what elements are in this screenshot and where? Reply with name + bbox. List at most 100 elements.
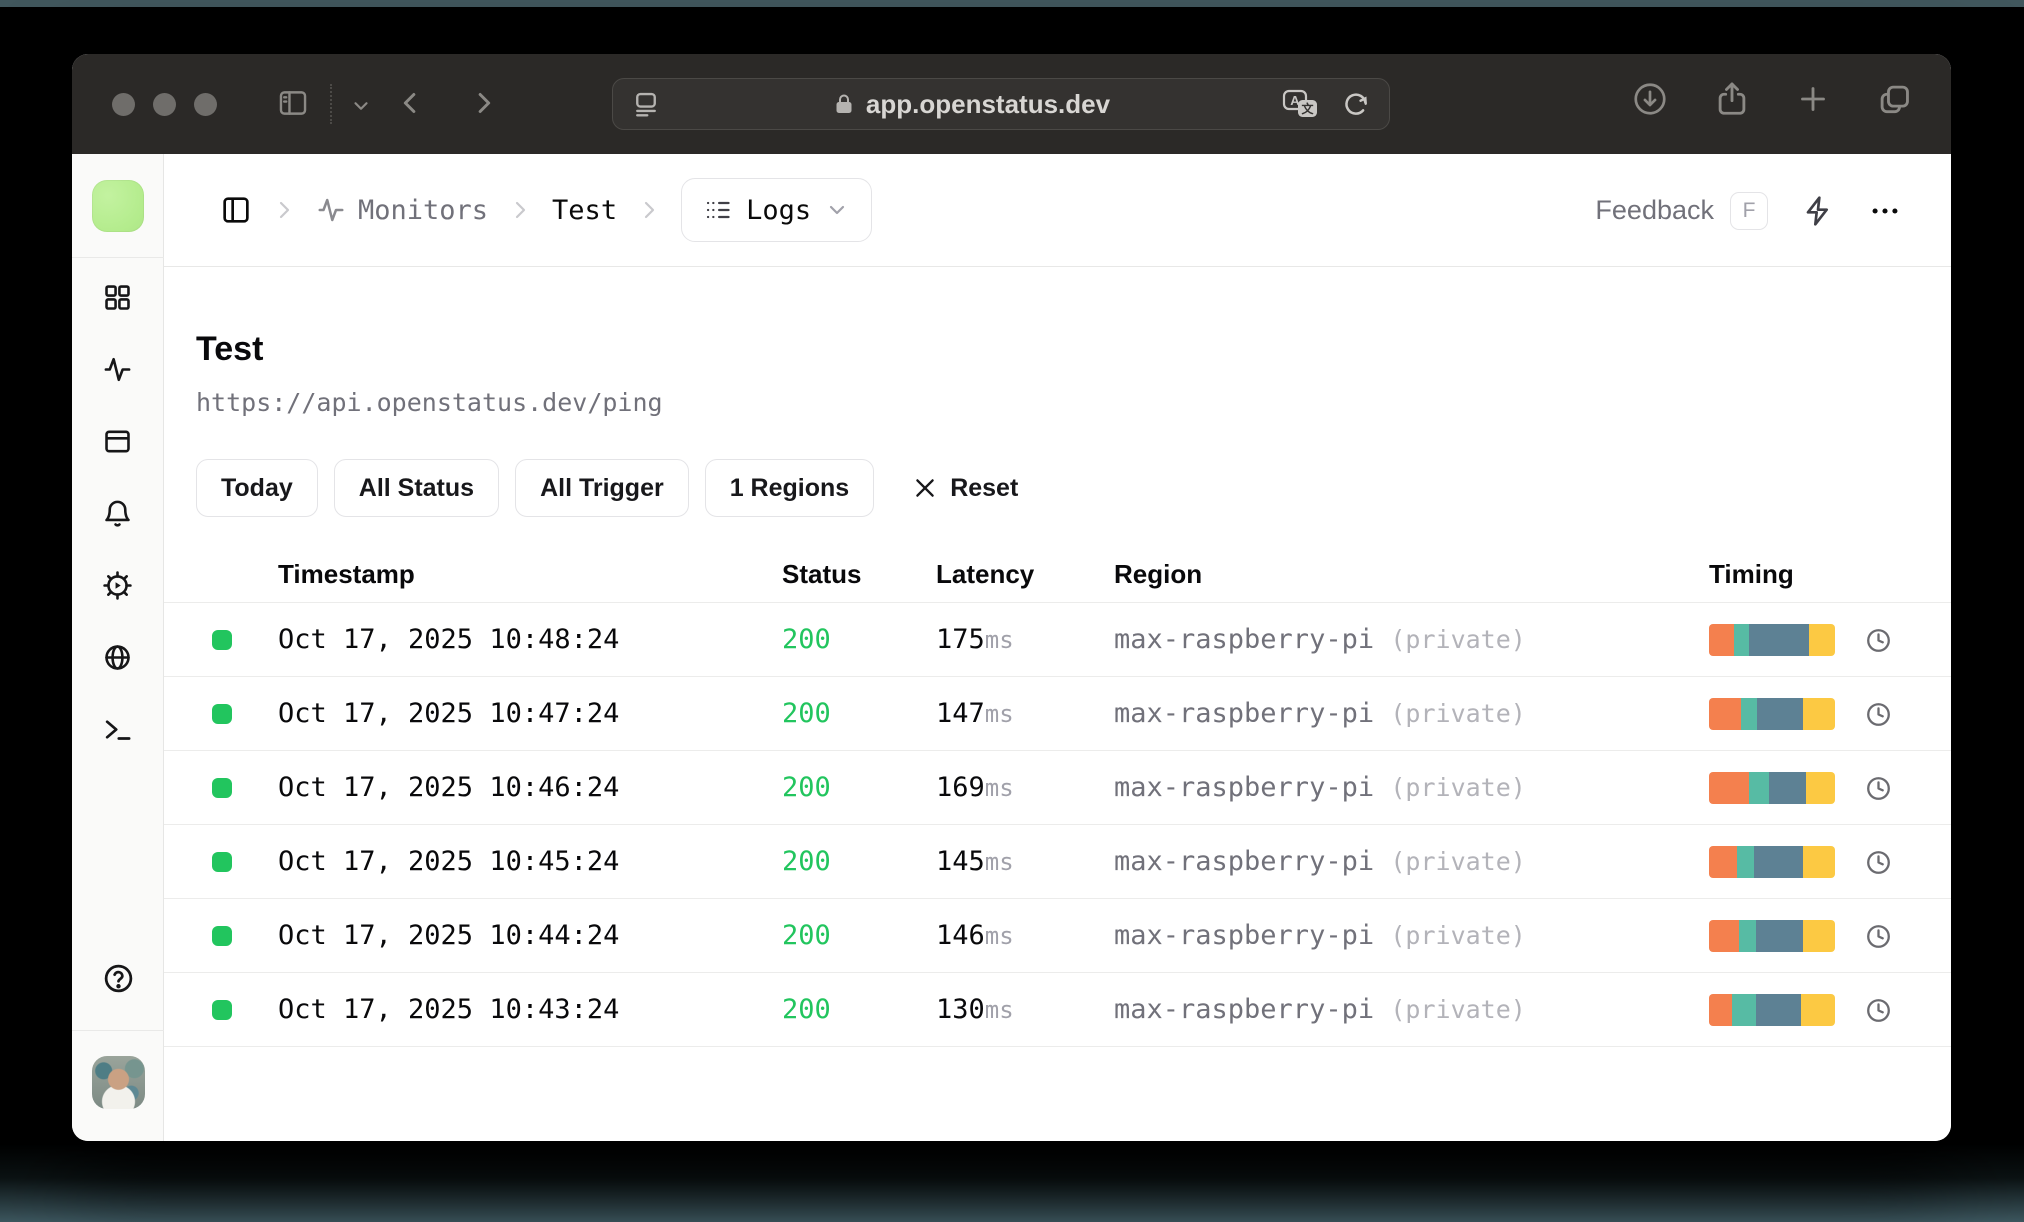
region-visibility: (private) [1390, 773, 1526, 802]
breadcrumb-monitor-name[interactable]: Test [552, 195, 617, 226]
status-ok-dot [212, 704, 232, 724]
sidebar-divider [72, 1030, 164, 1031]
close-icon [916, 479, 934, 497]
monitor-endpoint-url: https://api.openstatus.dev/ping [196, 388, 663, 417]
forward-button[interactable] [466, 86, 500, 120]
timing-segment [1803, 846, 1835, 878]
panel-left-toggle-icon[interactable] [220, 194, 252, 226]
titlebar-separator [330, 84, 332, 124]
log-row[interactable]: Oct 17, 2025 10:46:24 200 169ms max-raspber… [164, 751, 1951, 825]
more-menu-icon[interactable] [1868, 194, 1902, 228]
log-row[interactable]: Oct 17, 2025 10:48:24 200 175ms max-raspber… [164, 603, 1951, 677]
filter-chip-status[interactable]: All Status [333, 459, 500, 517]
clock-icon [1864, 996, 1893, 1025]
region-visibility: (private) [1390, 921, 1526, 950]
col-region: Region [1114, 559, 1203, 589]
globe-icon[interactable] [102, 642, 133, 673]
browser-window: app.openstatus.dev A 文 Monitors Test Log… [72, 54, 1951, 1141]
latency-unit: ms [984, 848, 1014, 876]
command-zap-icon[interactable] [1802, 195, 1834, 227]
region-visibility: (private) [1390, 995, 1526, 1024]
timing-segment [1709, 772, 1750, 804]
zoom-window-button[interactable] [194, 93, 217, 116]
logs-list-icon [706, 201, 730, 219]
dashboard-grid-icon[interactable] [102, 282, 133, 313]
status-ok-dot [212, 926, 232, 946]
reset-filters-button[interactable]: Reset [912, 474, 1018, 503]
log-timestamp: Oct 17, 2025 10:45:24 [278, 846, 620, 877]
filter-bar: Today All Status All Trigger 1 Regions R… [196, 459, 1951, 517]
close-window-button[interactable] [112, 93, 135, 116]
browser-titlebar: app.openstatus.dev A 文 [72, 54, 1951, 154]
timing-segment [1739, 920, 1756, 952]
log-timestamp: Oct 17, 2025 10:47:24 [278, 698, 620, 729]
desktop-edge-top [0, 0, 2024, 7]
view-selector-logs[interactable]: Logs [681, 178, 873, 242]
chevron-right-icon [272, 198, 296, 222]
status-ok-dot [212, 852, 232, 872]
timing-waterfall-bar [1709, 772, 1835, 804]
log-row[interactable]: Oct 17, 2025 10:43:24 200 130ms max-raspber… [164, 973, 1951, 1047]
timing-segment [1808, 624, 1835, 656]
timing-segment [1803, 920, 1835, 952]
timing-segment [1709, 920, 1740, 952]
settings-gear-icon[interactable] [102, 570, 133, 601]
help-icon[interactable] [102, 962, 135, 1000]
notifications-bell-icon[interactable] [102, 498, 133, 529]
feedback-button[interactable]: Feedback F [1595, 191, 1768, 230]
log-row[interactable]: Oct 17, 2025 10:47:24 200 147ms max-raspber… [164, 677, 1951, 751]
window-controls[interactable] [112, 93, 217, 116]
feedback-shortcut-badge: F [1730, 191, 1768, 230]
status-pages-icon[interactable] [102, 426, 133, 457]
log-row[interactable]: Oct 17, 2025 10:45:24 200 145ms max-raspber… [164, 825, 1951, 899]
filter-chip-trigger[interactable]: All Trigger [515, 459, 689, 517]
share-icon[interactable] [1713, 80, 1751, 118]
latency-unit: ms [984, 626, 1014, 654]
timing-waterfall-bar [1709, 698, 1835, 730]
clock-icon [1864, 922, 1893, 951]
log-status-code: 200 [782, 994, 831, 1025]
timing-waterfall-bar [1709, 920, 1835, 952]
translate-icon[interactable]: A 文 [1281, 88, 1321, 120]
sidebar-dropdown-chevron-icon[interactable] [350, 95, 372, 117]
user-avatar[interactable] [92, 1056, 145, 1109]
timing-segment [1749, 624, 1809, 656]
log-status-code: 200 [782, 624, 831, 655]
col-timing: Timing [1709, 559, 1794, 589]
breadcrumb-monitors[interactable]: Monitors [316, 195, 488, 226]
terminal-icon[interactable] [102, 714, 133, 745]
log-latency: 146ms [936, 920, 1014, 951]
app-header: Monitors Test Logs Feedback F [164, 154, 1951, 267]
timing-segment [1755, 920, 1804, 952]
filter-chip-regions[interactable]: 1 Regions [704, 459, 875, 517]
new-tab-icon[interactable] [1795, 81, 1831, 117]
log-timestamp: Oct 17, 2025 10:44:24 [278, 920, 620, 951]
reload-icon[interactable] [1341, 89, 1371, 119]
log-region: max-raspberry-pi (private) [1114, 920, 1526, 951]
address-bar[interactable]: app.openstatus.dev A 文 [612, 78, 1390, 130]
timing-segment [1709, 698, 1741, 730]
timing-waterfall-bar [1709, 846, 1835, 878]
tab-overview-icon[interactable] [1875, 80, 1913, 118]
browser-sidebar-toggle-icon[interactable] [276, 86, 310, 120]
log-timestamp: Oct 17, 2025 10:46:24 [278, 772, 620, 803]
timing-waterfall-bar [1709, 624, 1835, 656]
log-status-code: 200 [782, 698, 831, 729]
clock-icon [1864, 774, 1893, 803]
status-ok-dot [212, 1000, 232, 1020]
app-sidebar [72, 154, 164, 1141]
minimize-window-button[interactable] [153, 93, 176, 116]
log-region: max-raspberry-pi (private) [1114, 698, 1526, 729]
page-title: Test [196, 330, 264, 368]
workspace-logo[interactable] [92, 180, 144, 232]
breadcrumb: Monitors Test Logs [220, 178, 873, 242]
log-row[interactable]: Oct 17, 2025 10:44:24 200 146ms max-raspber… [164, 899, 1951, 973]
back-button[interactable] [394, 86, 428, 120]
filter-chip-period[interactable]: Today [196, 459, 318, 517]
page-settings-icon[interactable] [631, 89, 661, 119]
downloads-icon[interactable] [1631, 80, 1669, 118]
timing-segment [1736, 846, 1755, 878]
lock-icon [836, 94, 852, 113]
timing-segment [1754, 846, 1804, 878]
monitors-activity-icon[interactable] [102, 354, 133, 385]
